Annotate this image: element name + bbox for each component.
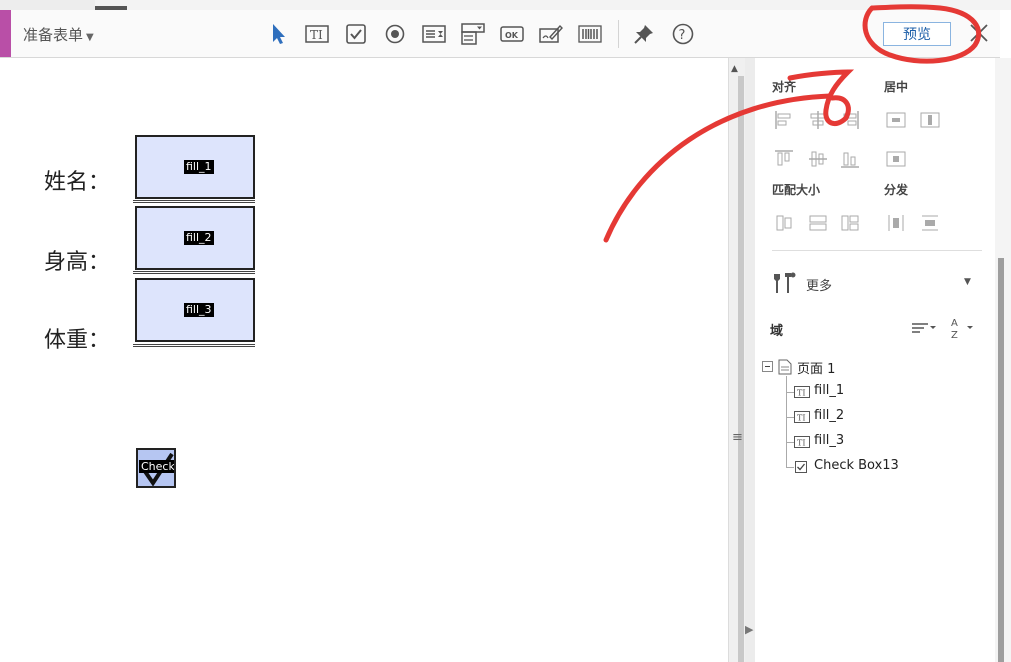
align-top-icon[interactable] [774,149,794,169]
checkbox-field-icon [795,461,807,473]
strip-segment [0,0,95,10]
panel-scrollbar[interactable] [995,58,1011,662]
weight-label: 体重： [44,328,111,353]
svg-text:TI: TI [797,389,806,398]
field-name-tag: fill_1 [184,160,214,174]
svg-text:Z: Z [951,330,958,340]
document-page: 姓名： 身高： 体重： fill_1 fill_2 fill_3 Check [0,58,728,662]
tree-connector [786,376,787,468]
pin-icon[interactable] [631,21,657,47]
align-section-title: 对齐 [772,80,797,94]
more-label[interactable]: 更多 [806,275,832,294]
mode-accent-bar [0,10,11,57]
distribute-horizontal-icon[interactable] [886,213,906,233]
sort-alphabetical-icon[interactable]: AZ [950,316,976,340]
sort-order-icon[interactable] [910,318,938,338]
distribute-vertical-icon[interactable] [920,213,940,233]
list-box-tool-icon[interactable] [421,21,447,47]
form-field-fill-3[interactable]: fill_3 [135,278,255,342]
grip-icon[interactable]: ≡ [732,430,743,445]
tree-page-label[interactable]: 页面 1 [797,358,835,377]
form-field-checkbox[interactable]: Check [136,448,176,488]
center-section-title: 居中 [884,80,909,94]
field-name-tag: fill_2 [184,231,214,245]
radio-button-tool-icon[interactable] [382,21,408,47]
match-both-icon[interactable] [840,213,860,233]
center-vertical-icon[interactable] [920,110,940,130]
form-toolbar: 准备表单 ▼ TI OK ? 预览 [0,10,1000,58]
tree-connector [786,392,794,393]
name-label: 姓名： [44,170,111,195]
center-both-icon[interactable] [886,149,906,169]
align-bottom-icon[interactable] [840,149,860,169]
svg-text:A: A [951,318,958,329]
tree-connector [786,467,794,468]
tools-icon[interactable] [771,271,797,295]
preview-button[interactable]: 预览 [883,22,951,46]
signature-tool-icon[interactable] [538,21,564,47]
align-horizontal-center-icon[interactable] [808,110,828,130]
field-underline [133,271,255,274]
match-height-icon[interactable] [808,213,828,233]
tree-connector [786,442,794,443]
height-label: 身高： [44,250,111,275]
field-name-tag: Check [139,460,175,473]
text-field-icon: TI [794,411,810,423]
distribute-section-title: 分发 [884,183,909,197]
checkbox-tool-icon[interactable] [343,21,369,47]
document-scrollbar[interactable]: ▲ [728,58,746,662]
svg-text:TI: TI [797,414,806,423]
tree-item-fill-3[interactable]: fill_3 [814,433,844,448]
text-field-icon: TI [794,386,810,398]
match-width-icon[interactable] [774,213,794,233]
svg-text:TI: TI [797,439,806,448]
align-left-icon[interactable] [774,110,794,130]
fields-section-title: 域 [770,324,784,339]
collapse-panel-icon[interactable]: ▶ [745,623,753,636]
tree-item-fill-1[interactable]: fill_1 [814,383,844,398]
text-field-tool-icon[interactable]: TI [304,21,330,47]
align-vertical-center-icon[interactable] [808,149,828,169]
tree-item-fill-2[interactable]: fill_2 [814,408,844,423]
svg-text:TI: TI [310,28,323,42]
panel-divider [772,250,982,251]
page-icon [778,359,792,375]
help-icon[interactable]: ? [670,21,696,47]
mode-dropdown-label: 准备表单 [23,26,84,44]
tree-connector [786,417,794,418]
panel-scrollbar-thumb[interactable] [998,258,1004,662]
field-underline [133,200,255,203]
scrollbar-thumb[interactable] [738,76,744,662]
collapse-tree-icon[interactable] [762,361,774,373]
svg-text:?: ? [679,28,686,43]
field-underline [133,344,255,347]
align-right-icon[interactable] [840,110,860,130]
toolbar-separator [618,20,619,48]
chevron-down-icon[interactable]: ▼ [964,277,971,287]
barcode-tool-icon[interactable] [577,21,603,47]
close-icon[interactable] [968,22,990,44]
text-field-icon: TI [794,436,810,448]
select-tool-icon[interactable] [266,21,292,47]
title-strip [0,0,1011,10]
scroll-up-icon[interactable]: ▲ [731,64,738,74]
button-tool-icon[interactable]: OK [499,21,525,47]
field-name-tag: fill_3 [184,303,214,317]
panel-splitter[interactable]: ≡ ▶ [732,58,755,662]
tree-item-check-box13[interactable]: Check Box13 [814,458,899,473]
chevron-down-icon: ▼ [86,32,94,43]
form-field-fill-2[interactable]: fill_2 [135,206,255,270]
svg-text:OK: OK [505,31,519,40]
center-horizontal-icon[interactable] [886,110,906,130]
dropdown-tool-icon[interactable] [460,21,486,47]
match-size-section-title: 匹配大小 [772,183,821,197]
mode-dropdown[interactable]: 准备表单 ▼ [23,24,94,45]
form-field-fill-1[interactable]: fill_1 [135,135,255,199]
